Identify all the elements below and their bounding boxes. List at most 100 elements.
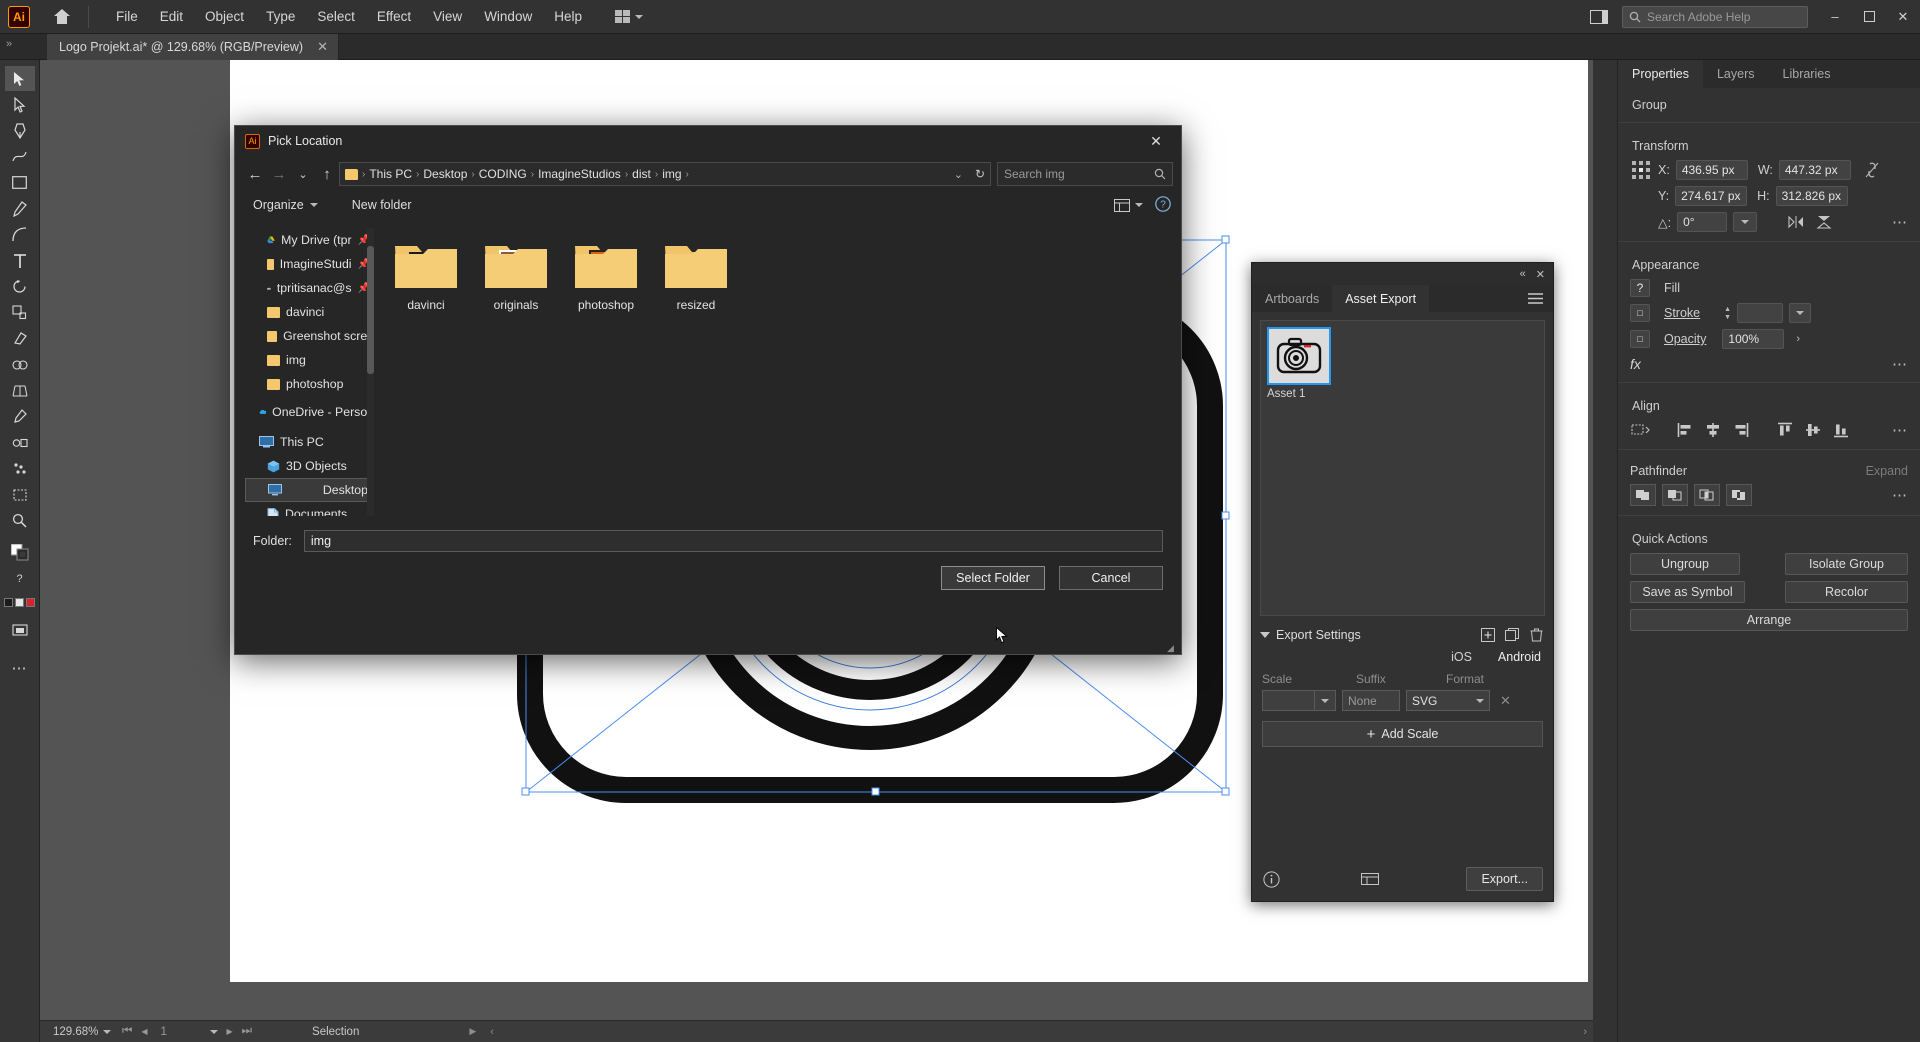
duplicate-icon[interactable] [1503,626,1521,644]
align-to-selection-icon[interactable] [1630,420,1652,440]
disclosure-triangle-icon[interactable] [1260,632,1270,638]
menu-type[interactable]: Type [255,5,306,28]
artboard-number-input[interactable]: 1 [156,1023,201,1040]
breadcrumb-imaginestudios[interactable]: ImagineStudios [538,167,621,181]
ungroup-button[interactable]: Ungroup [1630,553,1740,575]
perspective-grid-tool[interactable] [5,378,35,403]
dialog-close-button[interactable]: ✕ [1137,126,1175,156]
tab-libraries[interactable]: Libraries [1769,60,1845,88]
breadcrumb-desktop[interactable]: Desktop [423,167,467,181]
asset-grid[interactable]: Asset 1 [1260,320,1545,616]
last-artboard-button[interactable]: ⏭ [242,1025,252,1038]
close-button[interactable]: ✕ [1886,0,1920,34]
align-more-options-icon[interactable]: ⋯ [1892,421,1908,439]
paintbrush-tool[interactable] [5,196,35,221]
tab-properties[interactable]: Properties [1618,60,1703,88]
w-input[interactable]: 447.32 px [1778,160,1851,180]
breadcrumb-img[interactable]: img [662,167,681,181]
arc-tool[interactable] [5,222,35,247]
menu-view[interactable]: View [422,5,473,28]
curvature-tool[interactable] [5,144,35,169]
breadcrumb-dropdown-icon[interactable]: ⌄ [954,168,963,181]
search-input[interactable]: Search Adobe Help [1622,5,1808,28]
pen-tool[interactable] [5,118,35,143]
rectangle-tool[interactable] [5,170,35,195]
unite-icon[interactable] [1630,484,1656,506]
status-next-icon[interactable]: ▶ [469,1026,476,1037]
artboard-tool[interactable] [5,482,35,507]
menu-object[interactable]: Object [194,5,255,28]
x-input[interactable]: 436.95 px [1675,160,1748,180]
minus-front-icon[interactable] [1662,484,1688,506]
trash-icon[interactable] [1527,626,1545,644]
help-icon[interactable]: ? [1155,195,1171,215]
previous-artboard-button[interactable]: ◀ [141,1027,147,1036]
appearance-more-options-icon[interactable]: ⋯ [1892,355,1908,373]
back-button[interactable]: ← [243,162,267,186]
sidebar-item-greenshot[interactable]: Greenshot scree [245,324,374,348]
stroke-swatch[interactable]: □ [1630,304,1650,322]
forward-button[interactable]: → [267,162,291,186]
y-input[interactable]: 274.617 px [1675,186,1748,206]
flip-horizontal-icon[interactable] [1785,212,1807,232]
up-button[interactable]: ↑ [315,162,339,186]
scale-dropdown[interactable] [1314,690,1336,711]
color-swatches[interactable] [4,598,35,607]
add-scale-button[interactable]: + Add Scale [1262,721,1543,747]
asset-thumbnail[interactable] [1267,327,1331,385]
stroke-weight-dropdown[interactable] [1789,303,1812,323]
sidebar-item-this-pc[interactable]: This PC [245,430,374,454]
list-item[interactable]: photoshop [573,238,639,312]
tab-artboards[interactable]: Artboards [1252,285,1332,312]
link-broken-icon[interactable] [1861,160,1883,180]
select-folder-button[interactable]: Select Folder [941,566,1045,590]
menu-effect[interactable]: Effect [366,5,422,28]
cancel-button[interactable]: Cancel [1059,566,1163,590]
export-preferences-icon[interactable] [1361,870,1380,888]
scroll-left-icon[interactable]: ‹ [490,1026,494,1038]
tab-asset-export[interactable]: Asset Export [1332,285,1430,312]
scale-input[interactable] [1262,690,1314,711]
drawing-mode-icon[interactable] [5,617,35,642]
panel-collapse-icon[interactable]: » [6,38,12,50]
stroke-weight-input[interactable] [1737,303,1784,323]
view-layout-icon[interactable] [1114,198,1143,212]
sidebar-scrollbar[interactable] [367,228,374,516]
new-folder-button[interactable]: New folder [344,196,420,214]
stroke-label[interactable]: Stroke [1664,306,1700,320]
list-item[interactable]: originals [483,238,549,312]
sidebar-scroll-thumb[interactable] [367,246,374,374]
export-settings-header[interactable]: Export Settings [1252,622,1553,648]
flip-vertical-icon[interactable] [1813,212,1835,232]
close-icon[interactable]: ✕ [317,39,328,55]
edit-toolbar-icon[interactable]: ⋯ [5,655,35,680]
sidebar-item-davinci[interactable]: davinci [245,300,374,324]
sidebar-item-onedrive[interactable]: OneDrive - Person [245,400,374,424]
arrange-documents-icon[interactable] [609,7,649,26]
sidebar-item-imaginestudios[interactable]: ImagineStudi 📌 [245,252,374,276]
sidebar-item-photoshop[interactable]: photoshop [245,372,374,396]
intersect-icon[interactable] [1694,484,1720,506]
opacity-swatch[interactable]: □ [1630,330,1650,348]
tab-layers[interactable]: Layers [1703,60,1769,88]
sidebar-item-tpritisanac[interactable]: tpritisanac@s 📌 [245,276,374,300]
folder-input[interactable]: img [303,530,1163,552]
eyedropper-tool[interactable] [5,404,35,429]
fx-label[interactable]: fx [1630,356,1641,372]
workspace-layout-icon[interactable] [1582,0,1616,34]
menu-file[interactable]: File [105,5,149,28]
document-tab[interactable]: Logo Projekt.ai* @ 129.68% (RGB/Preview)… [47,34,339,60]
chevron-down-icon[interactable] [209,1029,218,1034]
blend-tool[interactable] [5,430,35,455]
align-center-horizontal-icon[interactable] [1702,420,1724,440]
breadcrumb-dist[interactable]: dist [632,167,651,181]
isolate-group-button[interactable]: Isolate Group [1785,553,1908,575]
swatch-row[interactable] [4,598,35,607]
fill-swatch[interactable]: ? [1630,279,1650,297]
breadcrumb[interactable]: › This PC › Desktop › CODING › ImagineSt… [339,162,991,186]
scale-tool[interactable] [5,300,35,325]
info-icon[interactable] [1262,870,1280,888]
sidebar-item-img[interactable]: img [245,348,374,372]
remove-scale-icon[interactable]: ✕ [1500,693,1511,709]
recent-locations-button[interactable]: ⌄ [291,162,315,186]
